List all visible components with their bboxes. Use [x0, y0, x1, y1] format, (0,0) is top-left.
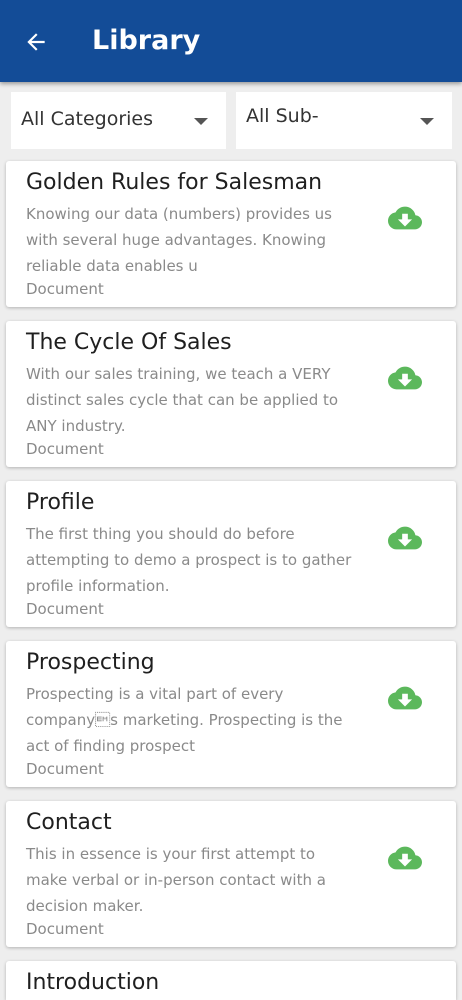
- cloud-download-icon[interactable]: [388, 841, 422, 875]
- item-title: Golden Rules for Salesman: [26, 170, 323, 195]
- library-item-card[interactable]: Contact This in essence is your first at…: [6, 801, 456, 947]
- item-title: Introduction: [26, 970, 160, 995]
- item-type: Document: [26, 280, 104, 298]
- arrow-left-icon: [27, 33, 45, 51]
- item-type: Document: [26, 760, 104, 778]
- back-button[interactable]: [18, 24, 54, 60]
- item-title: The Cycle Of Sales: [26, 330, 232, 355]
- item-description: With our sales training, we teach a VERY…: [26, 365, 339, 435]
- cloud-download-icon[interactable]: [388, 521, 422, 555]
- item-type: Document: [26, 920, 104, 938]
- library-item-card[interactable]: Introduction: [6, 961, 456, 1000]
- library-item-card[interactable]: Profile The first thing you should do be…: [6, 481, 456, 627]
- subcategory-dropdown[interactable]: All Sub-: [236, 92, 452, 149]
- item-description: Prospecting is a vital part of every com…: [26, 685, 343, 755]
- library-item-card[interactable]: The Cycle Of Sales With our sales traini…: [6, 321, 456, 467]
- subcategory-dropdown-label: All Sub-: [246, 105, 319, 127]
- category-dropdown[interactable]: All Categories: [11, 92, 226, 149]
- item-title: Prospecting: [26, 650, 155, 675]
- caret-down-icon: [194, 118, 208, 125]
- library-item-card[interactable]: Prospecting Prospecting is a vital part …: [6, 641, 456, 787]
- cloud-download-icon[interactable]: [388, 201, 422, 235]
- item-description: Knowing our data (numbers) provides us w…: [26, 205, 332, 275]
- library-item-card[interactable]: Golden Rules for Salesman Knowing our da…: [6, 161, 456, 307]
- cloud-download-icon[interactable]: [388, 361, 422, 395]
- item-type: Document: [26, 600, 104, 618]
- caret-down-icon: [420, 118, 434, 125]
- item-type: Document: [26, 440, 104, 458]
- item-title: Profile: [26, 490, 95, 515]
- item-description: This in essence is your first attempt to…: [26, 845, 326, 915]
- filter-bar: All Categories All Sub-: [0, 82, 462, 160]
- item-description: The first thing you should do before att…: [26, 525, 352, 595]
- app-bar: Library: [0, 0, 462, 82]
- page-title: Library: [92, 25, 201, 56]
- category-dropdown-label: All Categories: [21, 108, 154, 130]
- cloud-download-icon[interactable]: [388, 681, 422, 715]
- item-title: Contact: [26, 810, 112, 835]
